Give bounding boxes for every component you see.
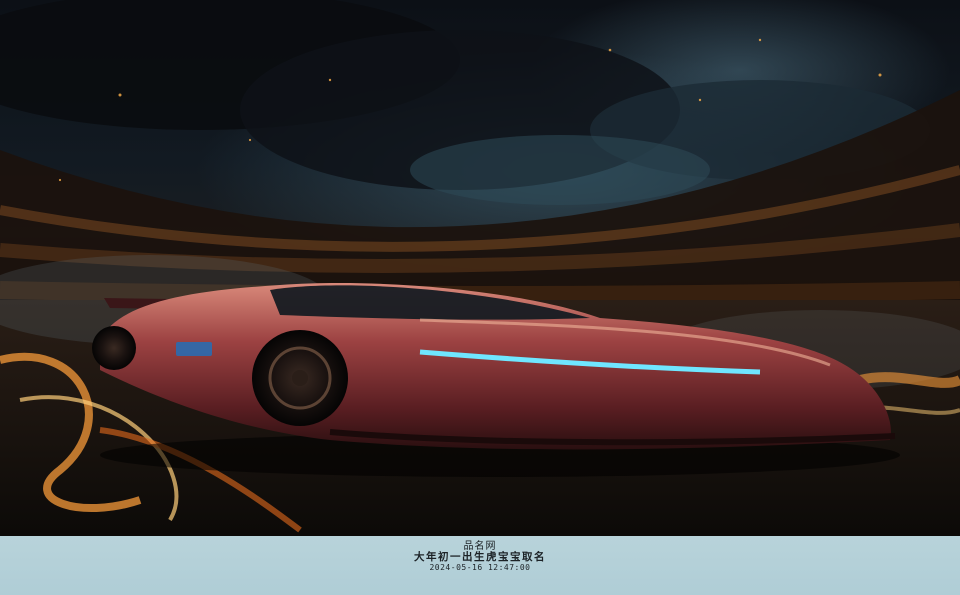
rear-wheel xyxy=(92,326,136,370)
timestamp: 2024-05-16 12:47:00 xyxy=(429,563,531,572)
caption-title: 大年初一出生虎宝宝取名 xyxy=(414,551,546,563)
race-car-photo xyxy=(0,0,960,536)
side-logo-decal xyxy=(176,342,212,356)
image-frame: 品名网 大年初一出生虎宝宝取名 2024-05-16 12:47:00 xyxy=(0,0,960,595)
photo-illustration xyxy=(0,0,960,536)
caption-strip: 品名网 大年初一出生虎宝宝取名 2024-05-16 12:47:00 xyxy=(0,536,960,595)
